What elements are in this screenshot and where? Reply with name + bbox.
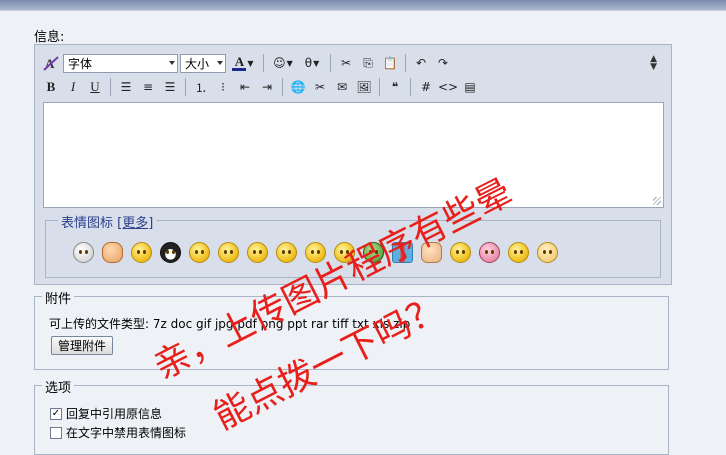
toolbar-row-1: A 字体 大小 A ▼ ☺▼ θ▼ ✂ ⎘ 📋 ↶ ↷ [41, 52, 453, 74]
cut-icon[interactable]: ✂ [336, 53, 356, 73]
toolbar-separator [282, 78, 283, 96]
redo-icon[interactable]: ↷ [433, 53, 453, 73]
quote-checkbox[interactable]: ✓ [50, 407, 62, 420]
victory-icon[interactable] [417, 240, 446, 264]
toolbar-separator [405, 54, 406, 72]
message-textarea[interactable] [43, 102, 664, 208]
insert-code-menu-button[interactable]: θ ▼ [299, 53, 325, 73]
quote-option-label: 回复中引用原信息 [66, 407, 163, 421]
indent-icon[interactable]: ⇥ [257, 77, 277, 97]
insert-image-icon[interactable]: 🖼 [354, 77, 374, 97]
gift-icon[interactable] [388, 240, 417, 264]
insert-quote-icon[interactable]: ❝ [385, 77, 405, 97]
blush-icon[interactable] [446, 240, 475, 264]
fist-icon[interactable] [98, 240, 127, 264]
php-code-icon[interactable]: ▤ [460, 77, 480, 97]
toolbar-separator [263, 54, 264, 72]
toolbar-separator [110, 78, 111, 96]
couple-icon[interactable] [475, 240, 504, 264]
happy-icon[interactable] [504, 240, 533, 264]
align-left-icon[interactable]: ☰ [116, 77, 136, 97]
font-size-select[interactable]: 大小 [180, 53, 226, 73]
toggle-editor-size-icon[interactable]: ▲ ▼ [650, 55, 657, 72]
paste-icon[interactable]: 📋 [380, 53, 400, 73]
align-center-icon[interactable]: ≡ [138, 77, 158, 97]
options-legend: 选项 [42, 377, 75, 396]
quote-option[interactable]: ✓ 回复中引用原信息 [50, 405, 162, 422]
wink-icon[interactable] [330, 240, 359, 264]
code-tag-icon[interactable]: <> [438, 77, 458, 97]
chevron-down-icon [169, 60, 175, 65]
top-header-bar [0, 0, 726, 10]
copy-icon[interactable]: ⎘ [358, 53, 378, 73]
unlink-icon[interactable]: ✂ [310, 77, 330, 97]
remove-format-icon[interactable]: A [41, 53, 61, 73]
chevron-down-icon [217, 60, 223, 65]
undo-icon[interactable]: ↶ [411, 53, 431, 73]
header-divider [0, 10, 726, 11]
eat-icon[interactable] [301, 240, 330, 264]
underline-button[interactable]: U [85, 77, 105, 97]
insert-email-icon[interactable]: ✉ [332, 77, 352, 97]
options-fieldset: 选项 ✓ 回复中引用原信息 在文字中禁用表情图标 [34, 377, 669, 455]
emoticon-legend-label: 表情图标 [61, 216, 114, 231]
font-family-value: 字体 [68, 56, 93, 71]
toolbar-separator [379, 78, 380, 96]
ordered-list-icon[interactable]: ⒈ [191, 77, 211, 97]
attachments-legend: 附件 [42, 288, 75, 307]
italic-button[interactable]: I [63, 77, 83, 97]
toolbar-separator [330, 54, 331, 72]
emoticon-list [69, 240, 562, 264]
skull-icon[interactable] [69, 240, 98, 264]
insert-link-icon[interactable]: 🌐 [288, 77, 308, 97]
sad-icon[interactable] [533, 240, 562, 264]
disable-smilies-label: 在文字中禁用表情图标 [66, 426, 187, 440]
penguin-icon[interactable] [156, 240, 185, 264]
smirk-icon[interactable] [185, 240, 214, 264]
emoticon-panel: 表情图标 [更多] [45, 212, 661, 278]
smile-icon[interactable] [127, 240, 156, 264]
emoticon-legend: 表情图标 [更多] [58, 212, 157, 231]
font-family-select[interactable]: 字体 [63, 53, 178, 73]
disable-smilies-option[interactable]: 在文字中禁用表情图标 [50, 424, 186, 441]
bold-button[interactable]: B [41, 77, 61, 97]
manage-attachments-button[interactable]: 管理附件 [51, 336, 114, 355]
allowed-file-types: 可上传的文件类型: 7z doc gif jpg pdf png ppt rar… [49, 317, 411, 331]
more-emoticons-link[interactable]: [更多] [117, 216, 153, 231]
toolbar-row-2: B I U ☰ ≡ ☰ ⒈ ⁝ ⇤ ⇥ 🌐 ✂ ✉ 🖼 ❝ # <> ▤ [41, 76, 480, 98]
outdent-icon[interactable]: ⇤ [235, 77, 255, 97]
align-right-icon[interactable]: ☰ [160, 77, 180, 97]
hashtag-icon[interactable]: # [416, 77, 436, 97]
green-face-icon[interactable] [359, 240, 388, 264]
grin-icon[interactable] [272, 240, 301, 264]
font-size-value: 大小 [185, 56, 210, 71]
toolbar-separator [185, 78, 186, 96]
toolbar-separator [410, 78, 411, 96]
rich-text-editor: A 字体 大小 A ▼ ☺▼ θ▼ ✂ ⎘ 📋 ↶ ↷ ▲▼ B I U [34, 44, 672, 285]
shy-icon[interactable] [243, 240, 272, 264]
emoticon-menu-button[interactable]: ☺ ▼ [269, 53, 297, 73]
font-color-icon: A [234, 53, 245, 69]
attachments-fieldset: 附件 可上传的文件类型: 7z doc gif jpg pdf png ppt … [34, 288, 669, 370]
disable-smilies-checkbox[interactable] [50, 426, 62, 439]
font-color-button[interactable]: A ▼ [228, 53, 258, 73]
unordered-list-icon[interactable]: ⁝ [213, 77, 233, 97]
message-label: 信息: [34, 30, 65, 45]
resize-grip-icon[interactable] [653, 197, 661, 205]
angry-icon[interactable] [214, 240, 243, 264]
